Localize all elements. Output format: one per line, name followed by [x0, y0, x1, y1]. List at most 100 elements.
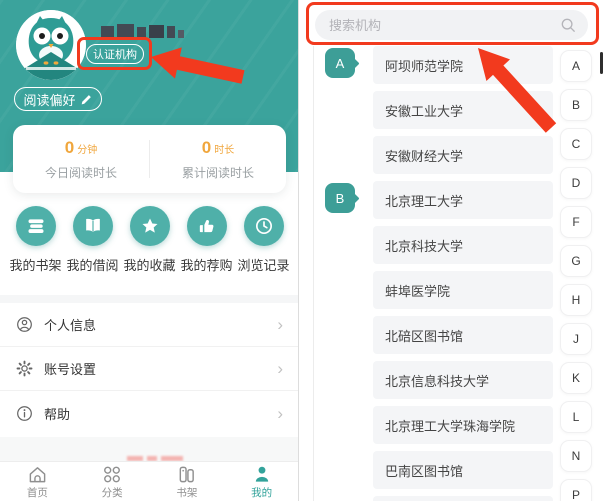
- profile-screen: 认证机构 阅读偏好 0分钟 今日阅读时长 0时长 累计阅读时长: [0, 0, 299, 501]
- annotation-arrow-icon: [471, 44, 561, 139]
- shortcut-my-borrowing[interactable]: 我的借阅: [65, 206, 120, 274]
- index-letter[interactable]: A: [560, 50, 592, 82]
- institution-name: 北京信息科技大学: [385, 371, 489, 390]
- menu-item-help[interactable]: 帮助 ›: [0, 391, 299, 435]
- shortcut-label: 我的收藏: [123, 255, 175, 274]
- screenshot: 认证机构 阅读偏好 0分钟 今日阅读时长 0时长 累计阅读时长: [0, 0, 604, 501]
- institution-name: 蚌埠医学院: [385, 281, 450, 300]
- clock-icon: [254, 216, 274, 236]
- institution-row[interactable]: 蚌埠医学院: [373, 271, 553, 309]
- tab-label: 书架: [176, 485, 197, 500]
- home-icon: [27, 465, 48, 484]
- institution-name: 北京理工大学: [385, 191, 463, 210]
- shortcut-my-recommendations[interactable]: 我的荐购: [179, 206, 234, 274]
- institution-row[interactable]: B 北京理工大学: [373, 181, 553, 219]
- profile-icon: [252, 465, 272, 484]
- reading-preference-button[interactable]: 阅读偏好: [14, 87, 102, 111]
- total-label: 累计阅读时长: [150, 164, 286, 181]
- institution-row[interactable]: 北京科技大学: [373, 226, 553, 264]
- tab-mine[interactable]: 我的: [224, 462, 299, 501]
- tab-label: 首页: [27, 485, 48, 500]
- institution-name: 北京理工大学珠海学院: [385, 416, 515, 435]
- shortcut-row: 我的书架 我的借阅 我的收藏 我的荐购: [0, 206, 299, 274]
- index-letter[interactable]: B: [560, 89, 592, 121]
- annotation-highlight-box: [77, 37, 152, 70]
- bookshelf-icon: [26, 216, 46, 236]
- avatar[interactable]: [16, 10, 86, 80]
- institution-name: 安徽财经大学: [385, 146, 463, 165]
- list-gutter-divider: [313, 46, 314, 501]
- index-letter[interactable]: N: [560, 440, 592, 472]
- institution-name: 北碚区图书馆: [385, 326, 463, 345]
- shortcut-my-favorites[interactable]: 我的收藏: [122, 206, 177, 274]
- tab-home[interactable]: 首页: [0, 462, 75, 501]
- tab-label: 分类: [102, 485, 123, 500]
- tab-label: 我的: [251, 485, 272, 500]
- index-letter[interactable]: G: [560, 245, 592, 277]
- today-value: 0: [65, 138, 74, 157]
- index-letter[interactable]: L: [560, 401, 592, 433]
- institution-row-partial[interactable]: [373, 496, 553, 501]
- institution-row[interactable]: 北京信息科技大学: [373, 361, 553, 399]
- index-letter[interactable]: D: [560, 167, 592, 199]
- index-letter[interactable]: K: [560, 362, 592, 394]
- menu-label: 账号设置: [44, 359, 96, 378]
- shortcut-browsing-history[interactable]: 浏览记录: [236, 206, 291, 274]
- info-icon: [16, 405, 33, 422]
- institution-row[interactable]: 北碚区图书馆: [373, 316, 553, 354]
- institution-name: 北京科技大学: [385, 236, 463, 255]
- open-book-icon: [83, 216, 103, 236]
- menu-item-personal-info[interactable]: 个人信息 ›: [0, 303, 299, 347]
- menu-label: 帮助: [44, 404, 70, 423]
- institution-row[interactable]: 巴南区图书馆: [373, 451, 553, 489]
- institution-name: 巴南区图书馆: [385, 461, 463, 480]
- user-icon: [16, 316, 33, 333]
- pencil-icon: [81, 93, 93, 105]
- institution-row[interactable]: 安徽财经大学: [373, 136, 553, 174]
- index-letter[interactable]: J: [560, 323, 592, 355]
- username-redacted: [101, 24, 184, 38]
- thumb-up-icon: [197, 216, 217, 236]
- institution-row[interactable]: 北京理工大学珠海学院: [373, 406, 553, 444]
- shortcut-label: 我的荐购: [180, 255, 232, 274]
- institution-name: 阿坝师范学院: [385, 56, 463, 75]
- owl-logo-icon: [16, 10, 86, 80]
- total-reading-stat: 0时长 累计阅读时长: [150, 138, 286, 181]
- section-divider: [0, 295, 299, 303]
- institution-name: 安徽工业大学: [385, 101, 463, 120]
- shortcut-label: 我的书架: [9, 255, 61, 274]
- shelf-icon: [176, 465, 197, 484]
- annotation-arrow-icon: [148, 42, 248, 90]
- tab-categories[interactable]: 分类: [75, 462, 150, 501]
- chevron-right-icon: ›: [277, 360, 283, 377]
- reading-stats-card: 0分钟 今日阅读时长 0时长 累计阅读时长: [13, 125, 286, 193]
- today-reading-stat: 0分钟 今日阅读时长: [13, 138, 149, 181]
- chevron-right-icon: ›: [277, 316, 283, 333]
- bottom-tab-bar: 首页 分类 书架: [0, 461, 299, 501]
- gear-icon: [16, 360, 33, 377]
- tab-bookshelf[interactable]: 书架: [150, 462, 225, 501]
- chevron-right-icon: ›: [277, 405, 283, 422]
- index-letter[interactable]: C: [560, 128, 592, 160]
- index-letter[interactable]: F: [560, 206, 592, 238]
- index-letter[interactable]: H: [560, 284, 592, 316]
- alphabet-index: A B C D F G H J K L N P: [560, 50, 592, 501]
- today-unit: 分钟: [77, 145, 97, 156]
- category-icon: [102, 465, 122, 484]
- shortcut-my-bookshelf[interactable]: 我的书架: [8, 206, 63, 274]
- shortcut-label: 我的借阅: [66, 255, 118, 274]
- section-badge: B: [325, 183, 355, 213]
- today-label: 今日阅读时长: [13, 164, 149, 181]
- menu-item-account-settings[interactable]: 账号设置 ›: [0, 347, 299, 391]
- settings-menu: 个人信息 › 账号设置 ›: [0, 303, 299, 435]
- institution-search-screen: A 阿坝师范学院 安徽工业大学 安徽财经大学 B 北京理工大学 北京科技大学: [303, 0, 604, 501]
- menu-label: 个人信息: [44, 315, 96, 334]
- reading-preference-label: 阅读偏好: [23, 90, 75, 109]
- scrollbar[interactable]: [600, 52, 603, 74]
- total-unit: 时长: [214, 145, 234, 156]
- shortcut-label: 浏览记录: [237, 255, 289, 274]
- section-badge: A: [325, 48, 355, 78]
- star-icon: [140, 216, 160, 236]
- total-value: 0: [202, 138, 211, 157]
- index-letter[interactable]: P: [560, 479, 592, 501]
